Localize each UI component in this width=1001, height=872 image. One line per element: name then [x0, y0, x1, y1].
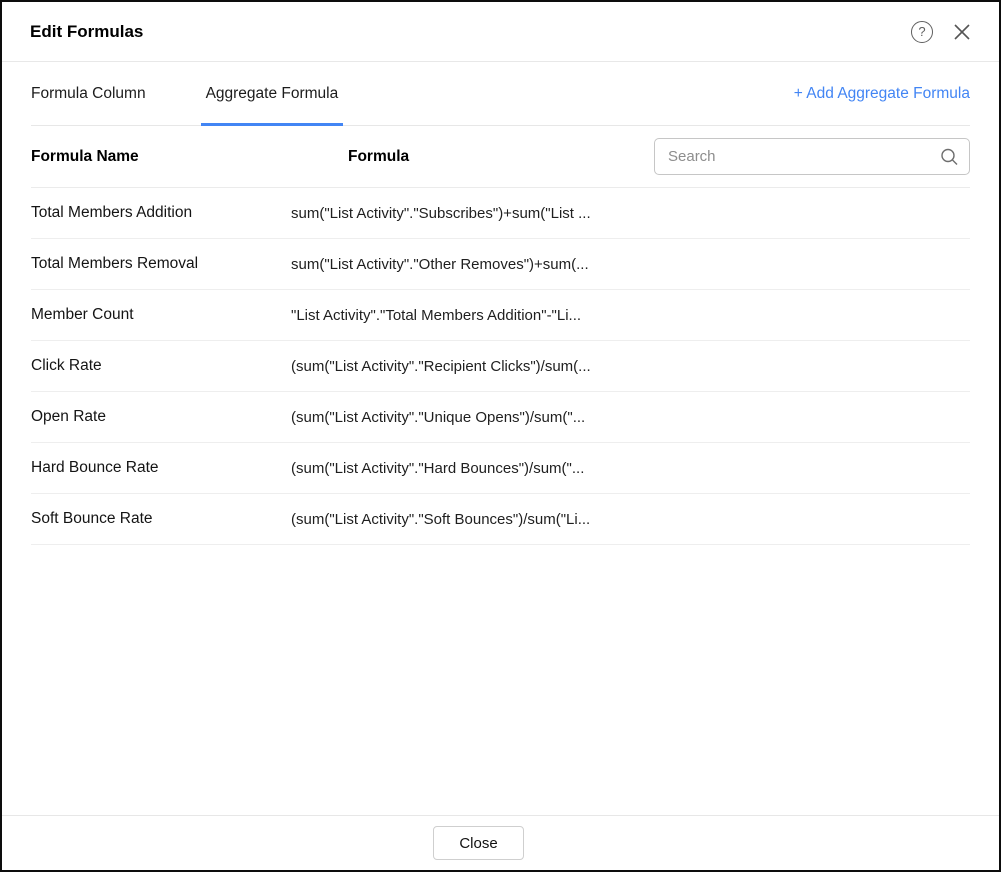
header-icons: ?	[911, 21, 973, 43]
table-header-row: Formula Name Formula	[31, 126, 970, 188]
formula-expression: sum("List Activity"."Subscribes")+sum("L…	[291, 205, 591, 222]
search-box	[654, 138, 970, 175]
formula-name: Click Rate	[31, 357, 291, 375]
tab-aggregate-formula[interactable]: Aggregate Formula	[206, 62, 339, 125]
formula-expression: (sum("List Activity"."Hard Bounces")/sum…	[291, 460, 584, 477]
table-row[interactable]: Click Rate(sum("List Activity"."Recipien…	[31, 341, 970, 392]
formula-name: Soft Bounce Rate	[31, 510, 291, 528]
table-row[interactable]: Member Count"List Activity"."Total Membe…	[31, 290, 970, 341]
formula-name: Total Members Removal	[31, 255, 291, 273]
tab-formula-column[interactable]: Formula Column	[31, 62, 146, 125]
dialog-header: Edit Formulas ?	[2, 2, 999, 62]
table-row[interactable]: Open Rate(sum("List Activity"."Unique Op…	[31, 392, 970, 443]
formula-name: Member Count	[31, 306, 291, 324]
formula-name: Open Rate	[31, 408, 291, 426]
formula-name: Hard Bounce Rate	[31, 459, 291, 477]
formula-name: Total Members Addition	[31, 204, 291, 222]
formula-expression: sum("List Activity"."Other Removes")+sum…	[291, 256, 589, 273]
formula-expression: (sum("List Activity"."Soft Bounces")/sum…	[291, 511, 590, 528]
edit-formulas-dialog: Edit Formulas ? Formula Column Aggregate…	[0, 0, 1001, 872]
help-icon[interactable]: ?	[911, 21, 933, 43]
dialog-body: Formula Column Aggregate Formula + Add A…	[2, 62, 999, 815]
dialog-title: Edit Formulas	[30, 22, 143, 42]
column-header-formula-name: Formula Name	[31, 148, 291, 166]
table-row[interactable]: Hard Bounce Rate(sum("List Activity"."Ha…	[31, 443, 970, 494]
close-icon[interactable]	[951, 21, 973, 43]
formula-expression: (sum("List Activity"."Recipient Clicks")…	[291, 358, 591, 375]
table-row[interactable]: Total Members Removalsum("List Activity"…	[31, 239, 970, 290]
formula-table-body: Total Members Additionsum("List Activity…	[31, 188, 970, 545]
column-header-formula: Formula	[291, 148, 409, 166]
dialog-footer: Close	[2, 815, 999, 870]
formula-expression: (sum("List Activity"."Unique Opens")/sum…	[291, 409, 585, 426]
table-row[interactable]: Soft Bounce Rate(sum("List Activity"."So…	[31, 494, 970, 545]
add-aggregate-formula-link[interactable]: + Add Aggregate Formula	[794, 85, 970, 103]
close-button[interactable]: Close	[433, 826, 524, 860]
search-input[interactable]	[654, 138, 970, 175]
table-row[interactable]: Total Members Additionsum("List Activity…	[31, 188, 970, 239]
tab-bar: Formula Column Aggregate Formula + Add A…	[31, 62, 970, 126]
formula-expression: "List Activity"."Total Members Addition"…	[291, 307, 581, 324]
empty-space	[31, 545, 970, 815]
